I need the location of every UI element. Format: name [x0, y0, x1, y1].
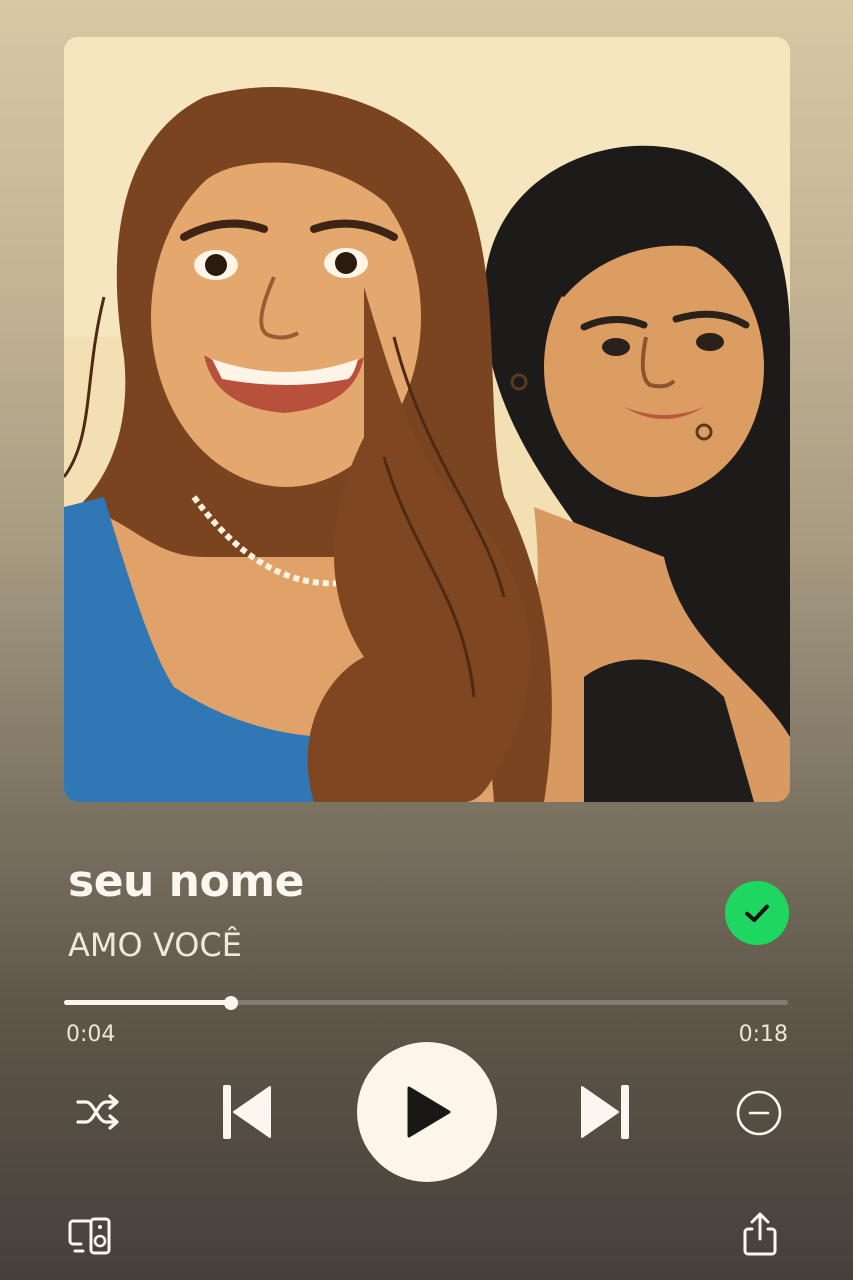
shuffle-icon [76, 1094, 119, 1130]
checkmark-icon [745, 904, 769, 923]
total-time: 0:18 [738, 1022, 788, 1047]
track-artist[interactable]: AMO VOCÊ [68, 926, 242, 964]
elapsed-time: 0:04 [66, 1022, 116, 1047]
share-button[interactable] [740, 1210, 780, 1258]
play-icon [407, 1086, 451, 1138]
shuffle-button[interactable] [72, 1090, 124, 1134]
previous-button[interactable] [218, 1082, 274, 1142]
liked-button[interactable] [725, 881, 789, 945]
play-button[interactable] [357, 1042, 497, 1182]
progress-bar[interactable] [64, 992, 788, 1014]
remove-button[interactable] [734, 1088, 784, 1138]
share-icon [743, 1212, 777, 1256]
minus-circle-icon [736, 1090, 782, 1136]
next-button[interactable] [578, 1082, 634, 1142]
album-artwork [64, 37, 790, 802]
skip-next-icon [581, 1085, 629, 1139]
progress-fill [64, 1000, 231, 1005]
skip-previous-icon [223, 1085, 271, 1139]
connect-devices-icon [68, 1217, 111, 1255]
progress-handle[interactable] [223, 996, 238, 1010]
album-artwork-illustration [64, 37, 790, 802]
track-title: seu nome [68, 856, 304, 907]
connect-devices-button[interactable] [66, 1214, 114, 1258]
